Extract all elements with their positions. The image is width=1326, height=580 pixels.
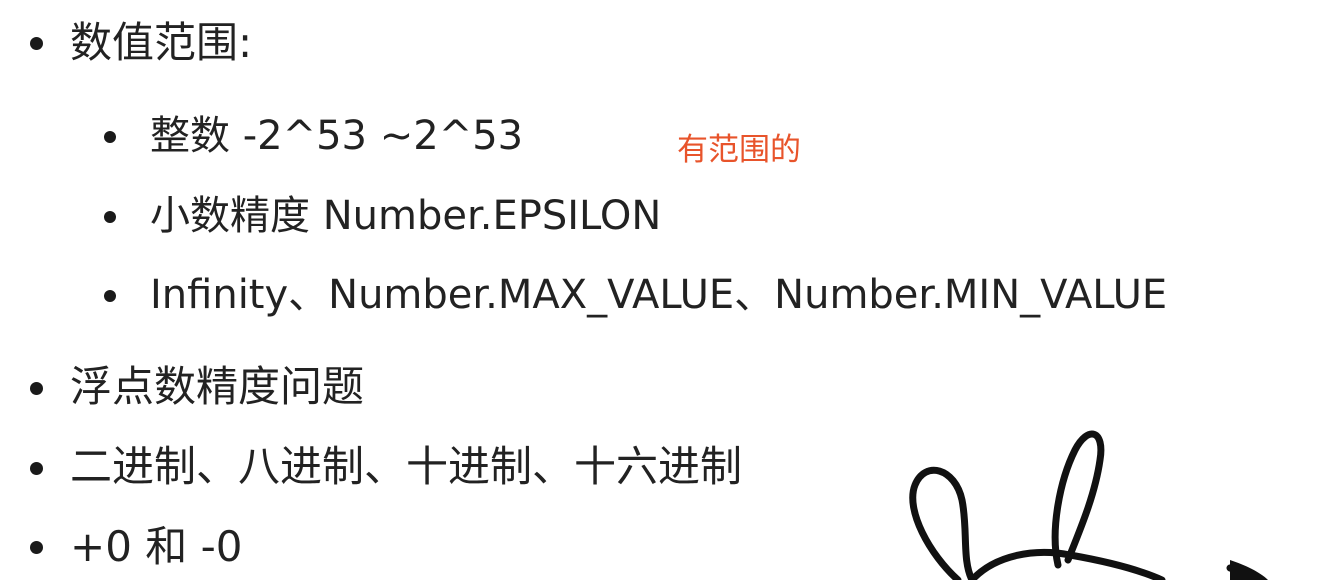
bullet-dot bbox=[104, 211, 116, 223]
bullet-dot bbox=[30, 37, 43, 50]
bullet-integer-range: 整数 -2^53 ~2^53 bbox=[150, 113, 524, 159]
bullet-value-range: 数值范围: bbox=[70, 18, 253, 67]
bullet-dot bbox=[30, 382, 43, 395]
range-annotation: 有范围的 bbox=[677, 132, 801, 168]
bullet-signed-zero: +0 和 -0 bbox=[70, 522, 243, 571]
bullet-dot bbox=[104, 131, 116, 143]
bullet-dot bbox=[30, 541, 43, 554]
bullet-dot bbox=[30, 462, 43, 475]
bullet-float-precision: 浮点数精度问题 bbox=[70, 362, 365, 411]
bullet-infinity-limits: Infinity、Number.MAX_VALUE、Number.MIN_VAL… bbox=[150, 272, 1168, 318]
slide-content: 数值范围: 整数 -2^53 ~2^53 小数精度 Number.EPSILON… bbox=[0, 0, 1326, 580]
bullet-dot bbox=[104, 290, 116, 302]
bullet-number-bases: 二进制、八进制、十进制、十六进制 bbox=[70, 442, 743, 491]
rabbit-ears-sketch-icon bbox=[909, 430, 1268, 580]
bullet-decimal-precision: 小数精度 Number.EPSILON bbox=[150, 193, 662, 239]
